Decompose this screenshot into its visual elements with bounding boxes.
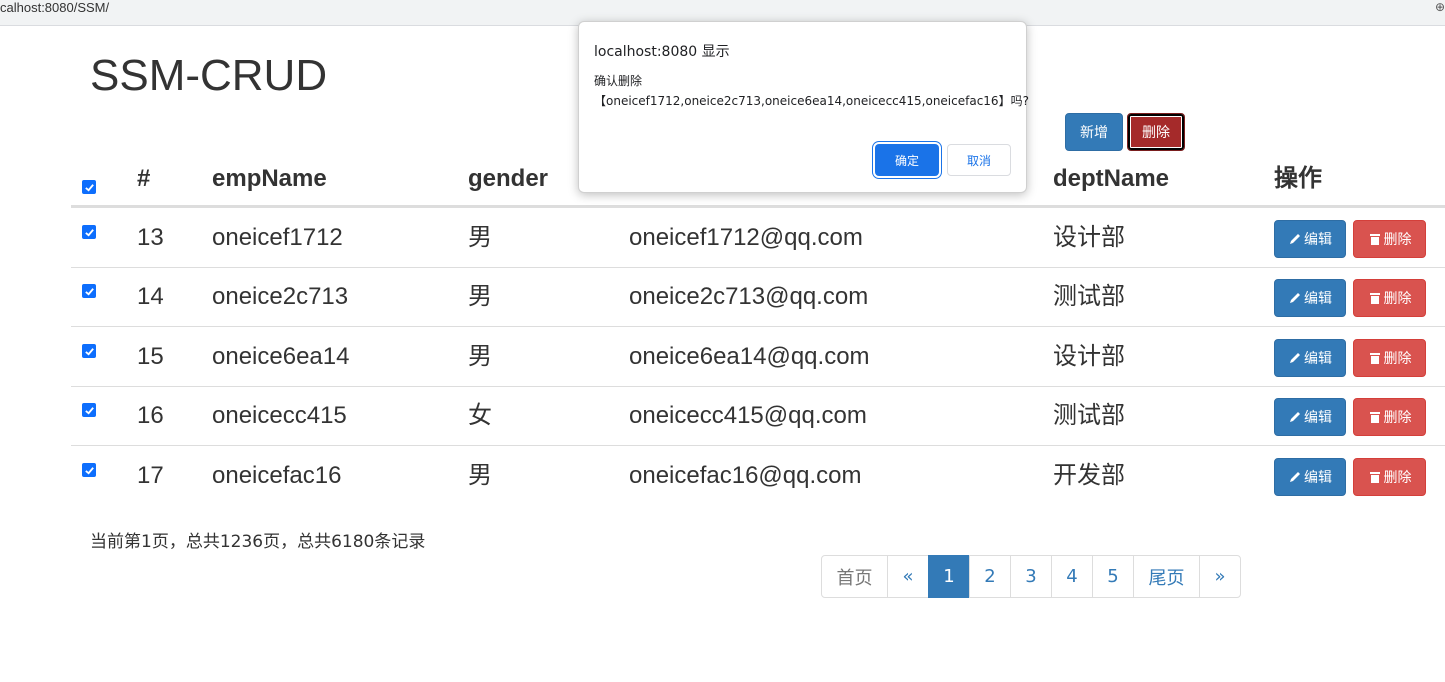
confirm-dialog: localhost:8080 显示 确认删除 【oneicef1712,onei…	[578, 21, 1029, 193]
cell-id: 15	[137, 343, 164, 370]
next-page-link[interactable]: »	[1199, 555, 1241, 598]
cell-name: oneice6ea14	[212, 343, 350, 370]
table-row: 17 oneicefac16 男 oneicefac16@qq.com 开发部 …	[71, 447, 1445, 506]
delete-label: 删除	[1383, 351, 1412, 367]
cell-gender: 男	[468, 343, 492, 370]
pagination: 首页 « 1 2 3 4 5 尾页 »	[821, 555, 1241, 598]
header-actions: 操作	[1274, 165, 1322, 192]
header-id: #	[137, 165, 151, 192]
trash-icon	[1369, 234, 1380, 245]
delete-label: 删除	[1383, 291, 1412, 307]
page-title: SSM-CRUD	[90, 51, 328, 100]
dialog-message-line2: 【oneicef1712,oneice2c713,oneice6ea14,one…	[594, 94, 1029, 108]
select-all-checkbox[interactable]	[82, 180, 96, 194]
delete-button[interactable]: 删除	[1353, 279, 1426, 317]
delete-button[interactable]: 删除	[1353, 220, 1426, 258]
add-button[interactable]: 新增	[1065, 113, 1123, 151]
cell-dept: 测试部	[1053, 283, 1125, 310]
cell-email: oneice2c713@qq.com	[629, 283, 869, 310]
prev-page-link[interactable]: «	[887, 555, 929, 598]
page-link-1[interactable]: 1	[928, 555, 970, 598]
cell-name: oneicef1712	[212, 224, 343, 251]
edit-label: 编辑	[1304, 410, 1332, 426]
header-empname: empName	[212, 165, 327, 192]
confirm-ok-button[interactable]: 确定	[875, 144, 939, 176]
pencil-icon	[1290, 412, 1300, 422]
dialog-message-line1: 确认删除	[594, 74, 643, 88]
delete-button[interactable]: 删除	[1353, 339, 1426, 377]
edit-label: 编辑	[1304, 291, 1332, 307]
delete-button[interactable]: 删除	[1353, 398, 1426, 436]
edit-button[interactable]: 编辑	[1274, 339, 1346, 377]
first-page-link[interactable]: 首页	[821, 555, 888, 598]
url-text[interactable]: calhost:8080/SSM/	[0, 0, 109, 16]
trash-icon	[1369, 353, 1380, 364]
edit-button[interactable]: 编辑	[1274, 279, 1346, 317]
edit-label: 编辑	[1304, 351, 1332, 367]
cell-email: oneicef1712@qq.com	[629, 224, 863, 251]
page-link-5[interactable]: 5	[1092, 555, 1134, 598]
zoom-icon[interactable]: ⊕	[1435, 0, 1445, 14]
cell-email: oneice6ea14@qq.com	[629, 343, 870, 370]
cell-dept: 设计部	[1053, 224, 1125, 251]
cell-id: 14	[137, 283, 164, 310]
edit-button[interactable]: 编辑	[1274, 220, 1346, 258]
edit-button[interactable]: 编辑	[1274, 398, 1346, 436]
delete-label: 删除	[1383, 232, 1412, 248]
edit-label: 编辑	[1304, 232, 1332, 248]
page-info: 当前第1页，总共1236页，总共6180条记录	[90, 532, 426, 552]
trash-icon	[1369, 293, 1380, 304]
edit-button[interactable]: 编辑	[1274, 458, 1346, 496]
pencil-icon	[1290, 293, 1300, 303]
cell-name: oneicecc415	[212, 402, 347, 429]
cell-gender: 男	[468, 462, 492, 489]
trash-icon	[1369, 412, 1380, 423]
dialog-title: localhost:8080 显示	[594, 44, 730, 60]
row-checkbox[interactable]	[82, 463, 96, 477]
pencil-icon	[1290, 472, 1300, 482]
cell-dept: 设计部	[1053, 343, 1125, 370]
cell-id: 16	[137, 402, 164, 429]
cell-email: oneicecc415@qq.com	[629, 402, 867, 429]
row-checkbox[interactable]	[82, 284, 96, 298]
table-row: 14 oneice2c713 男 oneice2c713@qq.com 测试部 …	[71, 268, 1445, 327]
dialog-message: 确认删除 【oneicef1712,oneice2c713,oneice6ea1…	[594, 71, 1029, 111]
cell-gender: 女	[468, 402, 492, 429]
pencil-icon	[1290, 234, 1300, 244]
cell-id: 13	[137, 224, 164, 251]
header-gender: gender	[468, 165, 549, 192]
delete-button[interactable]: 删除	[1353, 458, 1426, 496]
header-deptname: deptName	[1053, 165, 1170, 192]
last-page-link[interactable]: 尾页	[1133, 555, 1200, 598]
cell-gender: 男	[468, 283, 492, 310]
table-row: 13 oneicef1712 男 oneicef1712@qq.com 设计部 …	[71, 209, 1445, 268]
trash-icon	[1369, 472, 1380, 483]
cell-dept: 测试部	[1053, 402, 1125, 429]
row-checkbox[interactable]	[82, 403, 96, 417]
table-row: 16 oneicecc415 女 oneicecc415@qq.com 测试部 …	[71, 387, 1445, 446]
page-link-3[interactable]: 3	[1010, 555, 1052, 598]
cell-name: oneicefac16	[212, 462, 342, 489]
cell-dept: 开发部	[1053, 462, 1125, 489]
delete-label: 删除	[1383, 470, 1412, 486]
delete-all-button[interactable]: 删除	[1127, 113, 1185, 151]
page-link-2[interactable]: 2	[969, 555, 1011, 598]
cell-gender: 男	[468, 224, 492, 251]
page-link-4[interactable]: 4	[1051, 555, 1093, 598]
cell-id: 17	[137, 462, 164, 489]
pencil-icon	[1290, 353, 1300, 363]
confirm-cancel-button[interactable]: 取消	[947, 144, 1011, 176]
row-checkbox[interactable]	[82, 344, 96, 358]
cell-email: oneicefac16@qq.com	[629, 462, 862, 489]
edit-label: 编辑	[1304, 470, 1332, 486]
row-checkbox[interactable]	[82, 225, 96, 239]
table-row: 15 oneice6ea14 男 oneice6ea14@qq.com 设计部 …	[71, 328, 1445, 387]
delete-label: 删除	[1383, 410, 1412, 426]
cell-name: oneice2c713	[212, 283, 349, 310]
